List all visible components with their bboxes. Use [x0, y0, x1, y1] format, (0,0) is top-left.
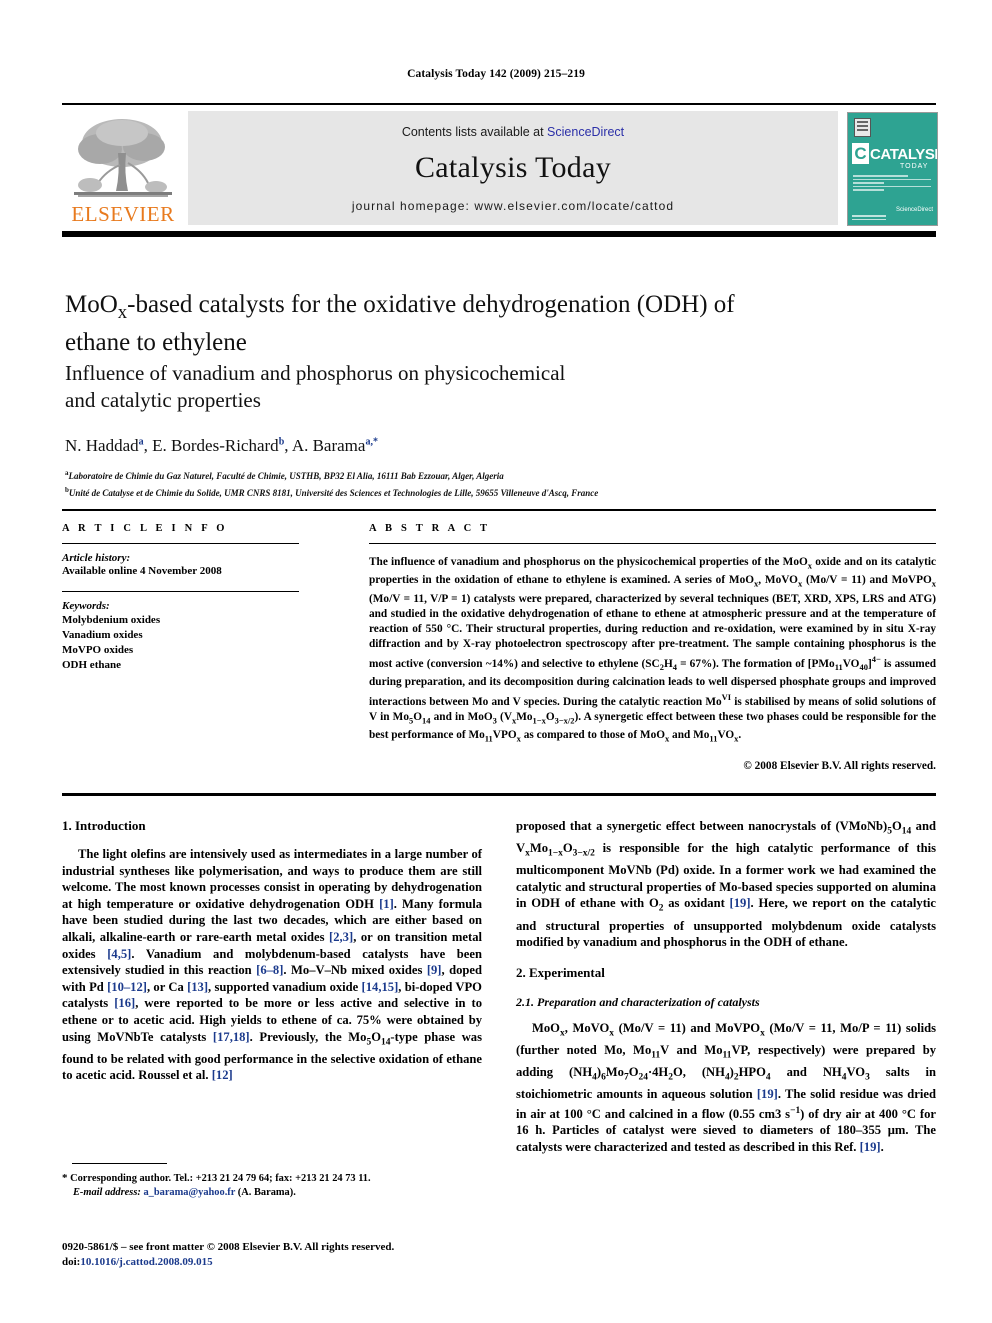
citation-ref[interactable]: [19] — [730, 896, 751, 910]
elsevier-wordmark: ELSEVIER — [71, 202, 175, 226]
doi-line: doi:10.1016/j.cattod.2008.09.015 — [62, 1255, 532, 1270]
keywords-label: Keywords: — [62, 600, 110, 612]
citation-ref[interactable]: [12] — [212, 1068, 233, 1082]
cover-initial: C — [852, 143, 869, 164]
paragraph-intro-1: The light olefins are intensively used a… — [62, 847, 483, 1083]
issn-line: 0920-5861/$ – see front matter © 2008 El… — [62, 1241, 395, 1253]
email-note: E-mail address: a_barama@yahoo.fr (A. Ba… — [62, 1186, 482, 1200]
body-column-left: 1. Introduction The light olefins are in… — [62, 818, 482, 1084]
doi-label: doi: — [62, 1256, 81, 1268]
title-subscript-x: x — [117, 302, 128, 323]
citation-ref[interactable]: [14,15] — [362, 980, 399, 994]
cover-footer-lines — [852, 215, 886, 222]
article-info-rule — [62, 543, 299, 544]
citation-ref[interactable]: [19] — [757, 1087, 778, 1101]
section-heading-experimental: 2. Experimental — [516, 964, 605, 980]
article-history-value: Available online 4 November 2008 — [62, 565, 222, 577]
paragraph-experimental-1: MoOx, MoVOx (Mo/V = 11) and MoVPOx (Mo/V… — [516, 1020, 937, 1154]
article-history-label: Article history: — [62, 552, 131, 564]
elsevier-logo: ELSEVIER — [64, 111, 182, 229]
corresponding-author-note: * Corresponding author. Tel.: +213 21 24… — [62, 1171, 482, 1186]
citation-ref[interactable]: [1] — [379, 897, 394, 911]
footnote-block: * Corresponding author. Tel.: +213 21 24… — [62, 1171, 482, 1200]
masthead-banner: Contents lists available at ScienceDirec… — [188, 111, 838, 225]
affiliation-list: aLaboratoire de Chimie du Gaz Naturel, F… — [65, 467, 865, 500]
elsevier-tree-icon — [74, 119, 172, 197]
keyword-item: Vanadium oxides — [62, 629, 143, 641]
affiliation-text: Laboratoire de Chimie du Gaz Naturel, Fa… — [68, 471, 504, 481]
citation-ref[interactable]: [19] — [860, 1140, 881, 1154]
citation-ref[interactable]: [2,3] — [329, 930, 353, 944]
footnote-marker: * — [62, 1172, 68, 1184]
author-list: N. Haddada, E. Bordes-Richardb, A. Baram… — [65, 436, 378, 455]
affiliation-item: aLaboratoire de Chimie du Gaz Naturel, F… — [65, 467, 865, 484]
journal-article-page: Catalysis Today 142 (2009) 215–219 ELSEV… — [0, 0, 992, 1323]
title-part-1: MoO — [65, 291, 118, 318]
title-part-2: -based catalysts for the oxidative dehyd… — [127, 291, 735, 318]
cover-text-lines — [853, 175, 931, 193]
subsection-heading-preparation: 2.1. Preparation and characterization of… — [516, 994, 760, 1009]
article-info-column: A R T I C L E I N F O Article history: A… — [62, 523, 299, 673]
body-column-right: proposed that a synergetic effect betwee… — [516, 818, 936, 1156]
email-owner: (A. Barama). — [237, 1187, 296, 1198]
article-info-heading: A R T I C L E I N F O — [62, 523, 228, 534]
cover-artwork: C CATALYSIS TODAY ScienceDirect — [848, 113, 937, 225]
contents-available-line: Contents lists available at ScienceDirec… — [188, 125, 838, 139]
keywords-list: Molybdenium oxides Vanadium oxides MoVPO… — [62, 613, 299, 673]
citation-ref[interactable]: [17,18] — [213, 1030, 250, 1044]
section-heading-introduction: 1. Introduction — [62, 818, 146, 833]
corresponding-author-text: Corresponding author. Tel.: +213 21 24 7… — [70, 1173, 371, 1184]
page-title: MoOx-based catalysts for the oxidative d… — [65, 290, 865, 358]
footnote-rule — [72, 1163, 167, 1164]
subtitle-line-2: and catalytic properties — [65, 388, 261, 412]
abstract-column: A B S T R A C T The influence of vanadiu… — [369, 523, 936, 772]
citation-ref[interactable]: [13] — [187, 980, 208, 994]
citation-ref[interactable]: [4,5] — [107, 947, 131, 961]
author-name: N. Haddad — [65, 436, 139, 455]
author-affiliation-mark: b — [278, 436, 285, 448]
sciencedirect-link[interactable]: ScienceDirect — [547, 125, 624, 139]
keyword-item: ODH ethane — [62, 659, 121, 671]
citation-ref[interactable]: [16] — [114, 996, 135, 1010]
author-name: E. Bordes-Richard — [152, 436, 279, 455]
email-link[interactable]: a_barama@yahoo.fr — [143, 1187, 235, 1198]
journal-homepage[interactable]: journal homepage: www.elsevier.com/locat… — [188, 199, 838, 213]
citation-ref[interactable]: [10–12] — [107, 980, 147, 994]
email-label: E-mail address: — [73, 1187, 141, 1198]
cover-sciencedirect-mark: ScienceDirect — [895, 207, 933, 213]
journal-title: Catalysis Today — [415, 151, 611, 184]
abstract-heading: A B S T R A C T — [369, 523, 491, 534]
citation-ref[interactable]: [9] — [427, 963, 442, 977]
cover-publisher-badge-icon — [854, 118, 871, 137]
contents-prefix: Contents lists available at — [401, 125, 548, 139]
journal-masthead: ELSEVIER Contents lists available at Sci… — [62, 103, 938, 237]
title-section-rule — [62, 509, 936, 511]
keywords-rule — [62, 591, 299, 592]
abstract-rule — [369, 543, 936, 544]
paragraph-intro-2: proposed that a synergetic effect betwee… — [516, 819, 936, 950]
author-affiliation-mark: a,* — [365, 436, 378, 448]
author-affiliation-mark: a — [138, 436, 144, 448]
citation-ref[interactable]: [6–8] — [256, 963, 283, 977]
keyword-item: Molybdenium oxides — [62, 614, 161, 626]
masthead-top-rule — [62, 103, 936, 105]
abstract-text: The influence of vanadium and phosphorus… — [369, 556, 936, 744]
journal-cover-thumbnail[interactable]: C CATALYSIS TODAY ScienceDirect — [847, 112, 938, 226]
author-name: A. Barama — [291, 436, 366, 455]
imprint-block: 0920-5861/$ – see front matter © 2008 El… — [62, 1240, 532, 1270]
affiliation-text: Unité de Catalyse et de Chimie du Solide… — [68, 487, 599, 498]
masthead-bottom-rule — [62, 231, 936, 237]
doi-link[interactable]: 10.1016/j.cattod.2008.09.015 — [80, 1256, 212, 1268]
cover-subtitle: TODAY — [900, 163, 929, 170]
keyword-item: MoVPO oxides — [62, 644, 134, 656]
abstract-copyright: © 2008 Elsevier B.V. All rights reserved… — [743, 759, 936, 772]
subtitle-line-1: Influence of vanadium and phosphorus on … — [65, 361, 566, 385]
running-head: Catalysis Today 142 (2009) 215–219 — [407, 68, 585, 80]
affiliation-item: bUnité de Catalyse et de Chimie du Solid… — [65, 484, 865, 501]
page-subtitle: Influence of vanadium and phosphorus on … — [65, 360, 865, 414]
title-block: MoOx-based catalysts for the oxidative d… — [65, 290, 865, 500]
cover-title: CATALYSIS — [870, 146, 938, 163]
abstract-bottom-rule — [62, 793, 936, 796]
title-line-2: ethane to ethylene — [65, 329, 247, 356]
